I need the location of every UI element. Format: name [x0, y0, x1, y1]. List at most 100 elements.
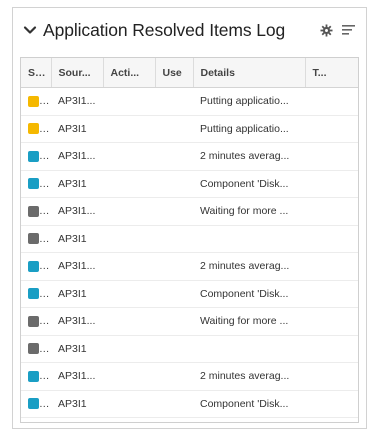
- table-row[interactable]: ..AP3I1... Waiting for more ...: [21, 307, 358, 336]
- items-grid: S...Sour...Acti...UseDetailsT... ..AP3I1…: [20, 57, 359, 423]
- status-cell: ..: [21, 142, 51, 171]
- action-cell: [103, 252, 155, 281]
- source-cell: AP3I1: [51, 225, 103, 253]
- user-cell: [155, 307, 193, 336]
- source-cell: AP3I1...: [51, 252, 103, 281]
- details-cell: 2 minutes averag...: [193, 252, 305, 281]
- time-cell: [305, 335, 358, 363]
- time-cell: [305, 197, 358, 226]
- action-cell: [103, 390, 155, 418]
- column-header-status[interactable]: S...: [21, 58, 52, 88]
- status-square-icon: [28, 398, 39, 410]
- action-cell: [103, 115, 155, 143]
- status-cell: ..: [21, 225, 51, 253]
- panel-header: Application Resolved Items Log: [13, 8, 366, 52]
- panel-title: Application Resolved Items Log: [43, 19, 286, 40]
- action-cell: [103, 170, 155, 198]
- table-header-row: S... Sour... Acti... Use Details T...: [21, 58, 358, 88]
- time-cell: [305, 225, 358, 253]
- gear-icon[interactable]: [318, 22, 334, 38]
- status-square-icon: [28, 233, 39, 245]
- time-cell: [305, 280, 358, 308]
- time-cell: [305, 390, 358, 418]
- status-cell: ..: [21, 197, 51, 226]
- table-row[interactable]: ..AP3I1 Putting applicatio...: [21, 115, 358, 143]
- items-table: S...Sour...Acti...UseDetailsT... ..AP3I1…: [21, 58, 358, 418]
- user-cell: [155, 335, 193, 363]
- action-cell: [103, 87, 155, 116]
- status-square-icon: [28, 95, 39, 107]
- user-cell: [155, 115, 193, 143]
- status-square-icon: [28, 260, 39, 272]
- status-square-icon: [28, 150, 39, 162]
- table-row[interactable]: ..AP3I1... Waiting for more ...: [21, 197, 358, 226]
- table-row[interactable]: ..AP3I1... 2 minutes averag...: [21, 142, 358, 171]
- menu-lines-icon[interactable]: [340, 22, 356, 38]
- table-row[interactable]: ..AP3I1... 2 minutes averag...: [21, 362, 358, 391]
- user-cell: [155, 252, 193, 281]
- table-row[interactable]: ..AP3I1: [21, 335, 358, 363]
- status-square-icon: [28, 343, 39, 355]
- action-cell: [103, 362, 155, 391]
- user-cell: [155, 225, 193, 253]
- status-cell: ..: [21, 115, 51, 143]
- action-cell: [103, 335, 155, 363]
- status-cell: ..: [21, 87, 51, 116]
- action-cell: [103, 225, 155, 253]
- user-cell: [155, 142, 193, 171]
- table-row[interactable]: ..AP3I1... Putting applicatio...: [21, 87, 358, 116]
- source-cell: AP3I1...: [51, 142, 103, 171]
- column-header-user[interactable]: Use: [155, 58, 194, 88]
- details-cell: Component 'Disk...: [193, 280, 305, 308]
- status-cell: ..: [21, 307, 51, 336]
- time-cell: [305, 170, 358, 198]
- details-cell: Component 'Disk...: [193, 390, 305, 418]
- time-cell: [305, 362, 358, 391]
- time-cell: [305, 142, 358, 171]
- status-cell: ..: [21, 252, 51, 281]
- column-header-action[interactable]: Acti...: [103, 58, 156, 88]
- action-cell: [103, 197, 155, 226]
- details-cell: Waiting for more ...: [193, 307, 305, 336]
- status-cell: ..: [21, 390, 51, 418]
- source-cell: AP3I1: [51, 280, 103, 308]
- source-cell: AP3I1: [51, 335, 103, 363]
- chevron-down-icon[interactable]: [21, 21, 39, 39]
- source-cell: AP3I1...: [51, 362, 103, 391]
- time-cell: [305, 87, 358, 116]
- status-cell: ..: [21, 362, 51, 391]
- status-square-icon: [28, 288, 39, 300]
- table-row[interactable]: ..AP3I1... 2 minutes averag...: [21, 252, 358, 281]
- source-cell: AP3I1...: [51, 307, 103, 336]
- details-cell: 2 minutes averag...: [193, 142, 305, 171]
- column-header-source[interactable]: Sour...: [51, 58, 104, 88]
- details-cell: Component 'Disk...: [193, 170, 305, 198]
- table-row[interactable]: ..AP3I1 Component 'Disk...: [21, 390, 358, 418]
- source-cell: AP3I1...: [51, 197, 103, 226]
- user-cell: [155, 362, 193, 391]
- user-cell: [155, 390, 193, 418]
- status-square-icon: [28, 178, 39, 190]
- status-cell: ..: [21, 280, 51, 308]
- status-cell: ..: [21, 170, 51, 198]
- time-cell: [305, 115, 358, 143]
- action-cell: [103, 280, 155, 308]
- table-row[interactable]: ..AP3I1 Component 'Disk...: [21, 170, 358, 198]
- table-row[interactable]: ..AP3I1: [21, 225, 358, 253]
- column-header-details[interactable]: Details: [193, 58, 306, 88]
- status-square-icon: [28, 315, 39, 327]
- column-header-time[interactable]: T...: [305, 58, 358, 88]
- source-cell: AP3I1...: [51, 87, 103, 116]
- details-cell: Waiting for more ...: [193, 197, 305, 226]
- details-cell: Putting applicatio...: [193, 87, 305, 116]
- time-cell: [305, 307, 358, 336]
- status-square-icon: [28, 205, 39, 217]
- details-cell: 2 minutes averag...: [193, 362, 305, 391]
- source-cell: AP3I1: [51, 390, 103, 418]
- user-cell: [155, 87, 193, 116]
- table-row[interactable]: ..AP3I1 Component 'Disk...: [21, 280, 358, 308]
- action-cell: [103, 142, 155, 171]
- time-cell: [305, 252, 358, 281]
- details-cell: [193, 225, 305, 253]
- source-cell: AP3I1: [51, 115, 103, 143]
